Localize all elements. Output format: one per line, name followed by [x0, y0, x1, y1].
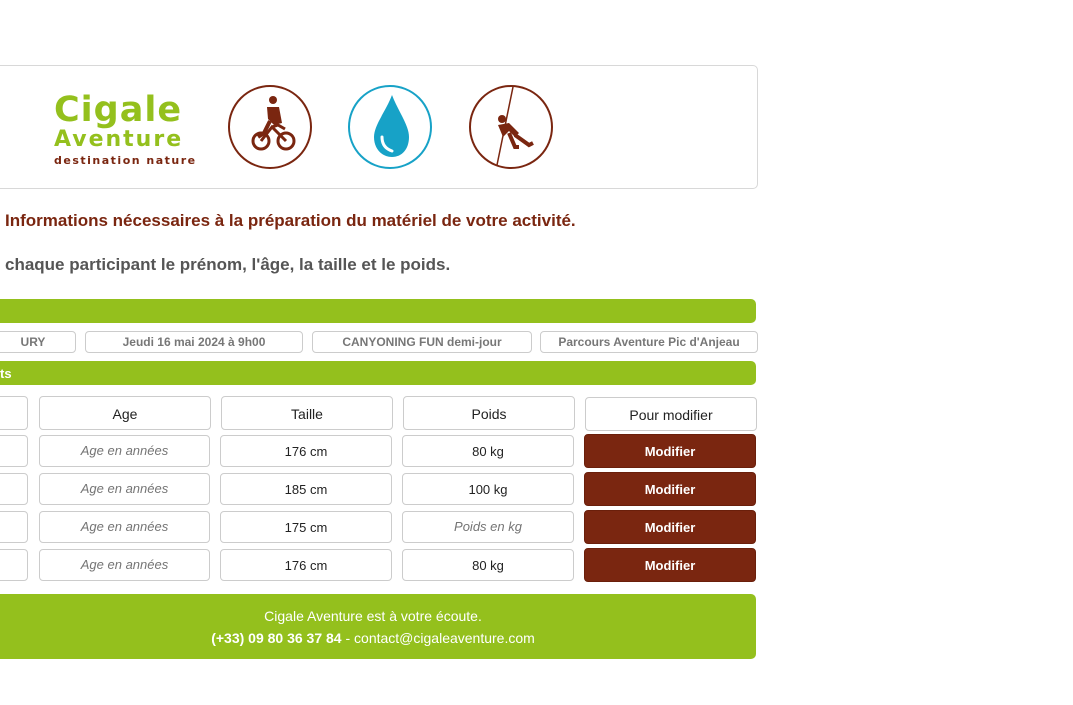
- participants-section-label: ts: [0, 366, 12, 381]
- instruction-text: chaque participant le prénom, l'âge, la …: [5, 255, 451, 274]
- booking-activity: CANYONING FUN demi-jour: [312, 331, 532, 353]
- age-input[interactable]: [39, 435, 210, 467]
- footer-separator: -: [341, 630, 355, 646]
- age-column-header: Age: [39, 396, 211, 430]
- footer-contact-line: (+33) 09 80 36 37 84 - contact@cigaleave…: [0, 630, 756, 646]
- modify-button[interactable]: Modifier: [584, 548, 756, 582]
- footer-email[interactable]: contact@cigaleaventure.com: [354, 630, 535, 646]
- footer-tagline: Cigale Aventure est à votre écoute.: [264, 608, 482, 624]
- age-input[interactable]: [39, 549, 210, 581]
- poids-input[interactable]: 80 kg: [402, 435, 574, 467]
- taille-input[interactable]: 185 cm: [220, 473, 392, 505]
- booking-location: Parcours Aventure Pic d'Anjeau: [540, 331, 758, 353]
- modify-button[interactable]: Modifier: [584, 510, 756, 544]
- modify-button[interactable]: Modifier: [584, 434, 756, 468]
- booking-date: Jeudi 16 mai 2024 à 9h00: [85, 331, 303, 353]
- age-input[interactable]: [39, 511, 210, 543]
- participants-section-bar: ts: [0, 361, 756, 385]
- poids-input[interactable]: 80 kg: [402, 549, 574, 581]
- poids-column-header: Poids: [403, 396, 575, 430]
- taille-input[interactable]: 176 cm: [220, 549, 392, 581]
- taille-input[interactable]: 176 cm: [220, 435, 392, 467]
- brand-logo[interactable]: Cigale Aventure destination nature: [54, 92, 204, 172]
- page-heading: Informations nécessaires à la préparatio…: [5, 211, 576, 230]
- water-drop-icon: [348, 85, 432, 169]
- name-column-header: [0, 396, 28, 430]
- name-input[interactable]: [0, 473, 28, 505]
- poids-input[interactable]: [402, 511, 574, 543]
- name-input[interactable]: [0, 435, 28, 467]
- logo-subname: Aventure: [54, 127, 184, 152]
- name-input[interactable]: [0, 511, 28, 543]
- age-input[interactable]: [39, 473, 210, 505]
- poids-input[interactable]: 100 kg: [402, 473, 574, 505]
- logo-tagline: destination nature: [54, 154, 197, 167]
- abseiling-icon: [469, 85, 553, 169]
- logo-name: Cigale: [54, 90, 183, 130]
- name-input[interactable]: [0, 549, 28, 581]
- taille-input[interactable]: 175 cm: [220, 511, 392, 543]
- booking-client: URY: [0, 331, 76, 353]
- action-column-header: Pour modifier: [585, 397, 757, 431]
- footer-phone[interactable]: (+33) 09 80 36 37 84: [211, 630, 341, 646]
- booking-section-bar: [0, 299, 756, 323]
- modify-button[interactable]: Modifier: [584, 472, 756, 506]
- taille-column-header: Taille: [221, 396, 393, 430]
- cycling-icon: [228, 85, 312, 169]
- contact-footer: Cigale Aventure est à votre écoute. (+33…: [0, 594, 756, 659]
